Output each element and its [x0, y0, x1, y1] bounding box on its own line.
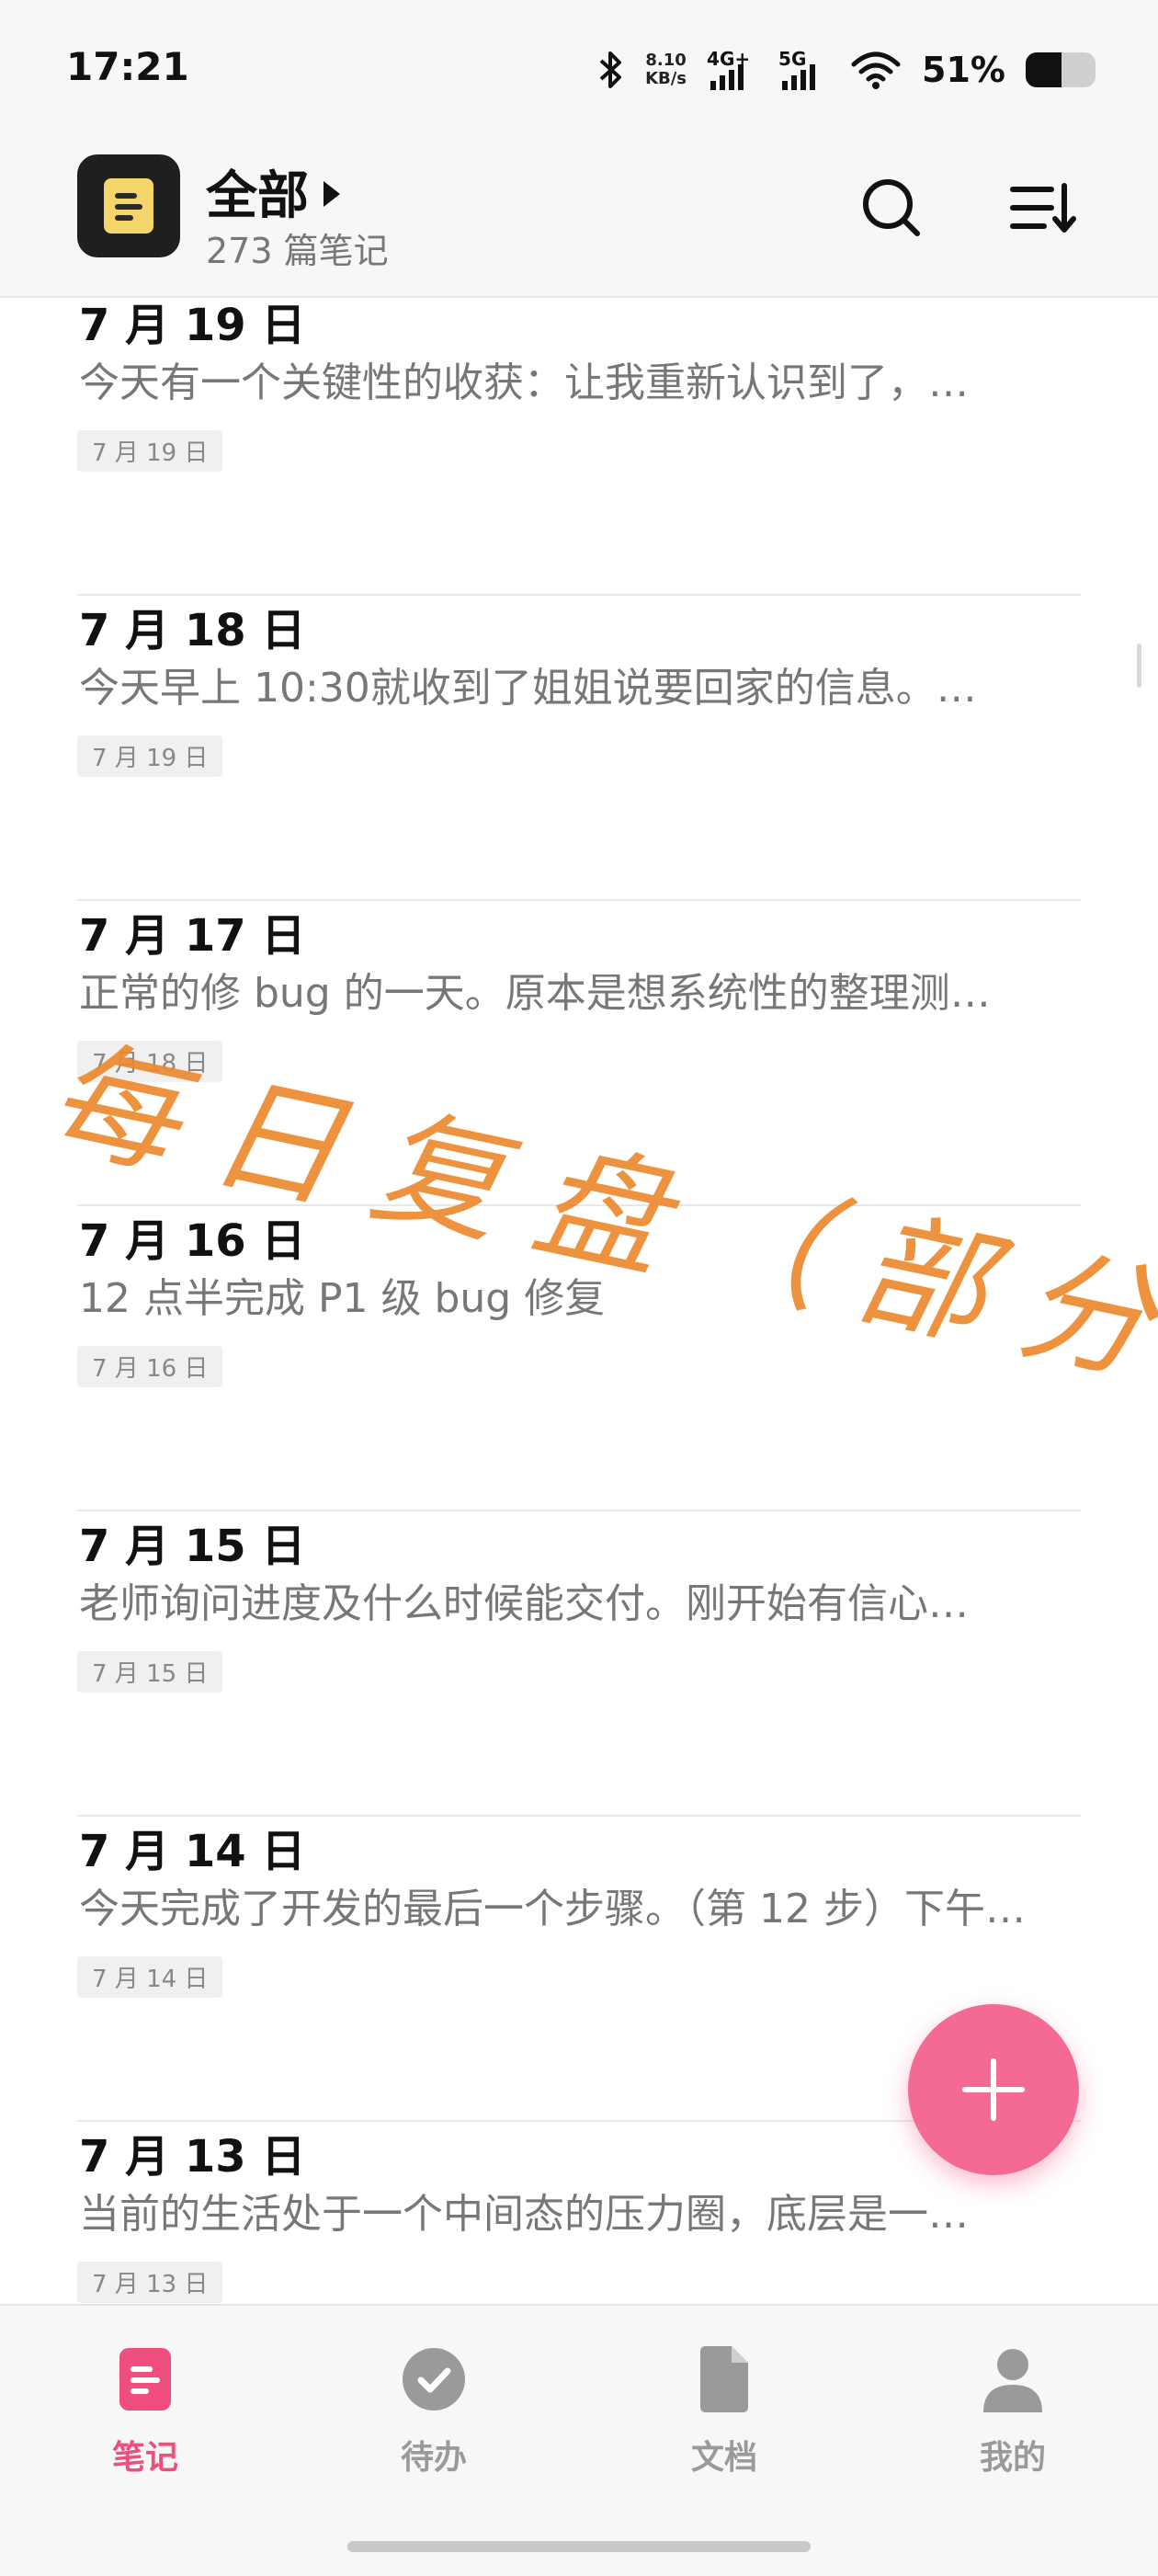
home-indicator[interactable] [347, 2541, 811, 2552]
check-circle-icon [403, 2348, 465, 2411]
list-item[interactable]: 7 月 15 日 老师询问进度及什么时候能交付。刚开始有信心… 7 月 15 日 [77, 1510, 1081, 1817]
note-title: 7 月 17 日 [79, 910, 306, 962]
note-title: 7 月 14 日 [79, 1826, 306, 1877]
battery-percent: 51% [922, 50, 1005, 90]
tab-todo-label: 待办 [400, 2439, 467, 2477]
list-item[interactable]: 7 月 19 日 今天有一个关键性的收获：让我重新认识到了，… 7 月 19 日 [77, 296, 1081, 596]
note-preview: 12 点半完成 P1 级 bug 修复 [79, 1275, 606, 1322]
tab-todo[interactable]: 待办 [342, 2342, 526, 2490]
note-preview: 今天有一个关键性的收获：让我重新认识到了，… [79, 359, 969, 406]
note-date-tag: 7 月 15 日 [77, 1651, 223, 1693]
note-preview: 今天早上 10:30就收到了姐姐说要回家的信息。… [79, 665, 977, 712]
scrollbar[interactable] [1137, 644, 1141, 688]
note-date-tag: 7 月 19 日 [77, 430, 223, 472]
status-bar: 17:21 8.10 KB/s 4G+ 5G 51% [0, 0, 1158, 138]
list-item[interactable]: 7 月 16 日 12 点半完成 P1 级 bug 修复 7 月 16 日 [77, 1204, 1081, 1511]
battery-icon [1026, 52, 1096, 87]
sort-icon[interactable] [1004, 171, 1077, 245]
note-preview: 老师询问进度及什么时候能交付。刚开始有信心… [79, 1580, 969, 1627]
note-preview: 当前的生活处于一个中间态的压力圈，底层是一… [79, 2191, 969, 2238]
list-item[interactable]: 7 月 17 日 正常的修 bug 的一天。原本是想系统性的整理测… 7 月 1… [77, 899, 1081, 1206]
notes-list[interactable]: 7 月 19 日 今天有一个关键性的收获：让我重新认识到了，… 7 月 19 日… [0, 296, 1158, 2304]
note-title: 7 月 18 日 [79, 605, 306, 656]
note-date-tag: 7 月 18 日 [77, 1041, 223, 1082]
folder-selector[interactable]: 全部 [206, 154, 340, 229]
tab-documents[interactable]: 文档 [632, 2342, 816, 2490]
app-header: 全部 273 篇笔记 [0, 138, 1158, 298]
note-date-tag: 7 月 19 日 [77, 735, 223, 777]
tab-notes[interactable]: 笔记 [53, 2342, 237, 2490]
search-icon[interactable] [855, 171, 928, 245]
document-icon [700, 2346, 748, 2412]
status-icons: 8.10 KB/s 4G+ 5G 51% [597, 42, 1096, 97]
tab-profile-label: 我的 [979, 2439, 1046, 2477]
note-title: 7 月 16 日 [79, 1215, 306, 1267]
signal-4g-icon: 4G+ [707, 48, 758, 92]
network-speed: 8.10 KB/s [645, 51, 687, 88]
note-title: 7 月 15 日 [79, 1521, 306, 1572]
bottom-nav: 笔记 待办 文档 我的 [0, 2304, 1158, 2576]
note-title: 7 月 19 日 [79, 300, 306, 351]
tab-documents-label: 文档 [690, 2439, 757, 2477]
note-date-tag: 7 月 13 日 [77, 2262, 223, 2303]
wifi-icon [851, 51, 901, 89]
page-title: 全部 [206, 166, 309, 226]
note-icon-paper [104, 178, 153, 234]
notes-icon [119, 2348, 171, 2411]
note-date-tag: 7 月 14 日 [77, 1956, 223, 1998]
note-icon[interactable] [77, 154, 180, 257]
note-preview: 今天完成了开发的最后一个步骤。（第 12 步）下午… [79, 1886, 1026, 1932]
list-item[interactable]: 7 月 18 日 今天早上 10:30就收到了姐姐说要回家的信息。… 7 月 1… [77, 594, 1081, 901]
note-preview: 正常的修 bug 的一天。原本是想系统性的整理测… [79, 970, 991, 1017]
battery-fill [1026, 52, 1062, 87]
status-time: 17:21 [66, 44, 189, 89]
signal-5g-icon: 5G [778, 48, 830, 92]
note-date-tag: 7 月 16 日 [77, 1346, 223, 1387]
tab-notes-label: 笔记 [111, 2439, 178, 2477]
add-note-button[interactable] [908, 2004, 1079, 2175]
profile-icon [983, 2349, 1042, 2412]
tab-profile[interactable]: 我的 [921, 2342, 1105, 2490]
note-title: 7 月 13 日 [79, 2131, 306, 2183]
bluetooth-icon [599, 51, 622, 88]
caret-right-icon [324, 180, 340, 207]
note-count: 273 篇笔记 [206, 231, 389, 271]
